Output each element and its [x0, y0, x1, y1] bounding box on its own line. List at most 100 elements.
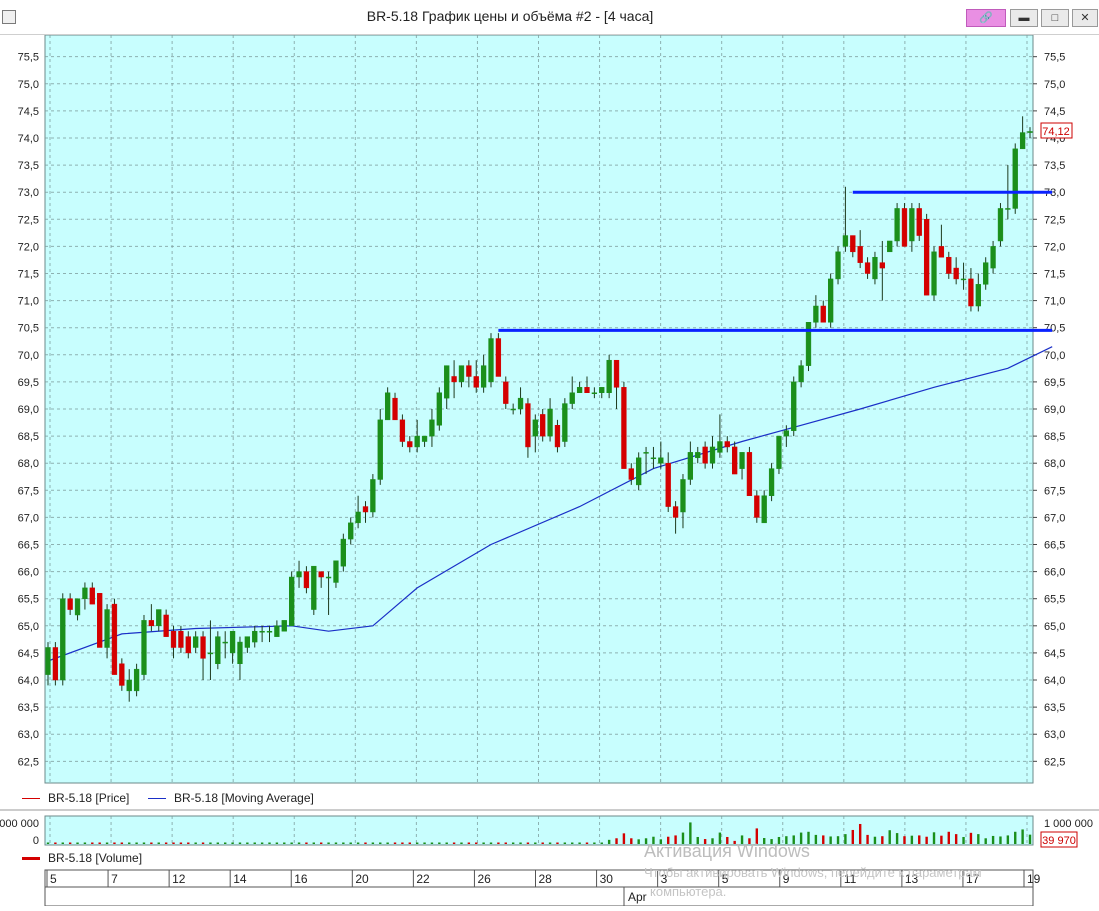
- volume-bar: [548, 842, 552, 844]
- volume-bar: [393, 842, 397, 844]
- volume-bar: [246, 842, 249, 844]
- candle: [768, 463, 775, 502]
- candle: [923, 213, 930, 296]
- volume-bar: [858, 823, 862, 844]
- volume-bar: [622, 833, 626, 844]
- candle-body-up: [680, 479, 686, 513]
- candle-body-up: [783, 430, 789, 437]
- link-button[interactable]: 🔗: [966, 9, 1006, 27]
- candle-body-up: [990, 246, 996, 269]
- volume-bar: [954, 834, 958, 844]
- volume-bar: [253, 842, 256, 844]
- candle: [894, 203, 900, 247]
- candle-body-down: [200, 636, 206, 659]
- volume-bar: [866, 834, 869, 844]
- legend-price: BR-5.18 [Price]: [22, 791, 129, 805]
- candle-body-down: [525, 403, 531, 448]
- candle-body-down: [451, 376, 457, 383]
- candle-body-down: [119, 663, 125, 686]
- candle-body-up: [296, 571, 302, 578]
- candle-body-down: [732, 446, 738, 475]
- y-tick-label-left: 71,5: [18, 268, 39, 280]
- volume-bar: [201, 842, 205, 844]
- x-tick-label: 19: [1027, 872, 1041, 886]
- candle-body-down: [938, 246, 945, 258]
- volume-bar: [844, 834, 847, 844]
- volume-bar: [615, 838, 618, 844]
- candle-body-down: [52, 647, 59, 681]
- volume-bar: [379, 842, 382, 844]
- y-tick-label-right: 69,0: [1044, 404, 1065, 416]
- candle-body-up: [643, 452, 649, 454]
- candle: [887, 240, 893, 253]
- candle-body-up: [141, 620, 147, 675]
- candle-body-down: [901, 208, 908, 247]
- volume-bar: [275, 842, 279, 844]
- volume-bar: [438, 842, 441, 844]
- candle-body-up: [74, 598, 81, 616]
- y-tick-label-right: 72,0: [1044, 241, 1065, 253]
- volume-bar: [932, 832, 936, 844]
- y-tick-label-right: 75,5: [1044, 52, 1065, 64]
- volume-bar: [142, 842, 146, 844]
- minimize-icon: ▬: [1018, 12, 1030, 24]
- candle: [370, 474, 376, 518]
- y-tick-label-right: 71,5: [1044, 268, 1065, 280]
- candle-body-down: [399, 419, 406, 442]
- candle-body-down: [621, 387, 627, 469]
- volume-bar: [209, 842, 212, 844]
- y-tick-label-right: 67,5: [1044, 485, 1065, 497]
- y-tick-label-right: 63,0: [1044, 729, 1065, 741]
- y-tick-label-left: 73,0: [18, 187, 39, 199]
- candle-body-up: [229, 630, 236, 654]
- close-button[interactable]: ✕: [1072, 9, 1098, 27]
- candle-body-down: [503, 381, 509, 404]
- minimize-button[interactable]: ▬: [1010, 9, 1038, 27]
- window-title: BR-5.18 График цены и объёма #2 - [4 час…: [366, 8, 654, 24]
- x-tick-label: 20: [355, 872, 369, 886]
- y-tick-label-left: 67,0: [18, 512, 39, 524]
- candle-body-down: [148, 620, 155, 627]
- candle-body-up: [717, 441, 723, 453]
- volume-bar: [1014, 831, 1017, 844]
- y-tick-label-right: 75,0: [1044, 79, 1065, 91]
- candle-body-up: [193, 636, 199, 648]
- candle-body-down: [702, 446, 708, 464]
- volume-right-top-label: 1 000 000: [1044, 818, 1093, 830]
- candle-body-down: [879, 262, 885, 269]
- candle: [111, 598, 118, 675]
- volume-bar: [918, 835, 921, 844]
- candle: [1012, 143, 1018, 214]
- y-tick-label-left: 73,5: [18, 160, 39, 172]
- volume-bar: [135, 842, 138, 844]
- y-tick-label-left: 72,5: [18, 214, 39, 226]
- y-tick-label-left: 75,0: [18, 79, 39, 91]
- volume-bar: [556, 842, 559, 844]
- y-tick-label-right: 70,0: [1044, 350, 1065, 362]
- maximize-button[interactable]: □: [1041, 9, 1069, 27]
- candle-body-down: [724, 441, 730, 448]
- volume-bar: [342, 842, 345, 844]
- candle-body-up: [82, 587, 88, 599]
- y-tick-label-left: 74,0: [18, 133, 39, 145]
- volume-bar: [1028, 834, 1032, 844]
- candle-body-up: [458, 365, 465, 383]
- volume-bar: [984, 838, 987, 844]
- candle-body-up: [813, 305, 819, 323]
- candle-body-down: [407, 441, 413, 448]
- candle-body-up: [562, 403, 568, 442]
- y-tick-label-right: 71,0: [1044, 296, 1065, 308]
- price-volume-chart[interactable]: 62,5 63,0 63,5 64,0 64,5 65,0 65,5 66,0 66,5 67,0…: [0, 34, 1099, 907]
- legend-moving-average: BR-5.18 [Moving Average]: [148, 791, 314, 805]
- candle-body-down: [864, 262, 871, 274]
- y-tick-label-left: 63,0: [18, 729, 39, 741]
- volume-bar: [319, 842, 323, 844]
- candle-body-up: [687, 452, 694, 480]
- candle: [281, 620, 287, 632]
- volume-bar: [238, 842, 242, 844]
- chart-window: 62,5 63,0 63,5 64,0 64,5 65,0 65,5 66,0 66,5 67,0…: [0, 34, 1099, 907]
- volume-bar: [98, 842, 101, 844]
- candle-body-up: [1019, 132, 1026, 150]
- candle-body-up: [983, 262, 989, 285]
- volume-bar: [194, 842, 197, 844]
